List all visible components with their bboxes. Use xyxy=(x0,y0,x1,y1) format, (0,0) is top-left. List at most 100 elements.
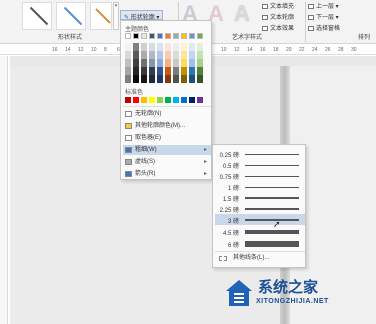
theme-shade-swatch[interactable] xyxy=(181,43,187,51)
theme-shade-swatch[interactable] xyxy=(157,59,163,67)
outline-menu-item[interactable]: 其他轮廓颜色(M)... xyxy=(123,121,211,131)
weight-option[interactable]: 1.5 磅 xyxy=(215,192,305,203)
shape-style-thumbnail-2[interactable] xyxy=(56,2,86,30)
theme-shade-swatch[interactable] xyxy=(141,75,147,83)
theme-shade-swatch[interactable] xyxy=(181,75,187,83)
weight-option[interactable]: 3 磅 xyxy=(215,214,305,225)
theme-shade-swatch[interactable] xyxy=(133,43,139,51)
weight-option[interactable]: 1 磅 xyxy=(215,181,305,192)
theme-shade-swatch[interactable] xyxy=(165,67,171,75)
outline-menu-item[interactable]: 虚线(S) ▸ xyxy=(123,157,211,167)
theme-color-swatch[interactable] xyxy=(189,33,195,39)
theme-shade-swatch[interactable] xyxy=(181,51,187,59)
theme-shade-swatch[interactable] xyxy=(173,75,179,83)
theme-shade-swatch[interactable] xyxy=(133,75,139,83)
art-style-a-3[interactable]: A xyxy=(234,1,250,27)
bring-forward-button[interactable]: 上一层 ▾ xyxy=(308,1,339,10)
theme-color-swatch[interactable] xyxy=(125,33,131,39)
theme-shade-swatch[interactable] xyxy=(133,51,139,59)
theme-shade-swatch[interactable] xyxy=(149,59,155,67)
more-lines-item[interactable]: 其他线条(L)... xyxy=(215,253,305,264)
theme-shade-swatch[interactable] xyxy=(133,59,139,67)
theme-shade-swatch[interactable] xyxy=(173,43,179,51)
theme-shade-swatch[interactable] xyxy=(149,43,155,51)
theme-shade-swatch[interactable] xyxy=(189,75,195,83)
theme-shade-swatch[interactable] xyxy=(197,43,203,51)
shape-styles-scroll-icon[interactable]: ▾ xyxy=(113,2,119,30)
text-fill-button[interactable]: 文本填充 xyxy=(262,1,294,10)
theme-shade-swatch[interactable] xyxy=(165,43,171,51)
theme-shade-swatch[interactable] xyxy=(125,43,131,51)
text-effects-button[interactable]: 文本效果 xyxy=(262,23,294,32)
theme-shade-swatch[interactable] xyxy=(157,51,163,59)
shape-style-thumbnail-1[interactable] xyxy=(22,2,52,30)
weight-line-sample xyxy=(245,241,299,247)
text-outline-button[interactable]: 文本轮廓 xyxy=(262,12,294,21)
theme-shade-swatch[interactable] xyxy=(197,75,203,83)
standard-color-swatch[interactable] xyxy=(173,97,179,103)
theme-shade-swatch[interactable] xyxy=(141,59,147,67)
theme-shade-swatch[interactable] xyxy=(189,51,195,59)
theme-color-swatch[interactable] xyxy=(165,33,171,39)
theme-shade-swatch[interactable] xyxy=(197,51,203,59)
theme-shade-swatch[interactable] xyxy=(149,51,155,59)
theme-shade-swatch[interactable] xyxy=(173,59,179,67)
standard-color-swatch[interactable] xyxy=(181,97,187,103)
weight-option[interactable]: 4.5 磅 xyxy=(215,226,305,237)
outline-menu-item[interactable]: 取色器(E) xyxy=(123,133,211,143)
shape-outline-button[interactable]: ✎ 形状轮廓 ▾ xyxy=(120,10,164,21)
theme-shade-swatch[interactable] xyxy=(173,51,179,59)
theme-shade-swatch[interactable] xyxy=(157,67,163,75)
theme-color-swatch[interactable] xyxy=(181,33,187,39)
theme-shade-swatch[interactable] xyxy=(173,67,179,75)
weight-option[interactable]: 2.25 磅 xyxy=(215,203,305,214)
standard-color-swatch[interactable] xyxy=(125,97,131,103)
theme-shade-swatch[interactable] xyxy=(157,43,163,51)
theme-color-swatch[interactable] xyxy=(141,33,147,39)
theme-color-swatch[interactable] xyxy=(133,33,139,39)
theme-shade-swatch[interactable] xyxy=(149,75,155,83)
theme-shade-swatch[interactable] xyxy=(141,51,147,59)
standard-color-swatch[interactable] xyxy=(157,97,163,103)
theme-shade-swatch[interactable] xyxy=(181,67,187,75)
theme-shade-swatch[interactable] xyxy=(125,51,131,59)
selection-pane-button[interactable]: 选择窗格 xyxy=(308,23,340,32)
theme-shade-swatch[interactable] xyxy=(181,59,187,67)
weight-menu-item[interactable]: 粗细(W) ▸ xyxy=(123,145,211,155)
theme-shade-swatch[interactable] xyxy=(141,43,147,51)
theme-shade-swatch[interactable] xyxy=(189,43,195,51)
weight-option[interactable]: 0.75 磅 xyxy=(215,170,305,181)
theme-shade-swatch[interactable] xyxy=(125,75,131,83)
outline-menu-item[interactable]: 箭头(R) ▸ xyxy=(123,169,211,179)
weight-option[interactable]: 0.5 磅 xyxy=(215,159,305,170)
theme-shade-swatch[interactable] xyxy=(165,51,171,59)
theme-shade-swatch[interactable] xyxy=(165,75,171,83)
weight-option[interactable]: 6 磅 xyxy=(215,238,305,249)
theme-color-swatch[interactable] xyxy=(197,33,203,39)
theme-color-swatch[interactable] xyxy=(149,33,155,39)
theme-shade-swatch[interactable] xyxy=(133,67,139,75)
standard-color-swatch[interactable] xyxy=(141,97,147,103)
standard-color-swatch[interactable] xyxy=(133,97,139,103)
theme-shade-swatch[interactable] xyxy=(197,59,203,67)
theme-shade-swatch[interactable] xyxy=(157,75,163,83)
shape-style-thumbnail-3[interactable] xyxy=(90,2,112,30)
standard-color-swatch[interactable] xyxy=(189,97,195,103)
theme-shade-swatch[interactable] xyxy=(125,59,131,67)
standard-color-swatch[interactable] xyxy=(149,97,155,103)
theme-shade-swatch[interactable] xyxy=(149,67,155,75)
theme-shade-swatch[interactable] xyxy=(141,67,147,75)
standard-color-swatch[interactable] xyxy=(197,97,203,103)
theme-shade-swatch[interactable] xyxy=(125,67,131,75)
outline-menu-item[interactable]: 无轮廓(N) xyxy=(123,109,211,119)
standard-color-swatch[interactable] xyxy=(165,97,171,103)
theme-shade-swatch[interactable] xyxy=(165,59,171,67)
theme-shade-swatch[interactable] xyxy=(197,67,203,75)
theme-color-swatch[interactable] xyxy=(157,33,163,39)
theme-shade-swatch[interactable] xyxy=(189,59,195,67)
theme-color-swatch[interactable] xyxy=(173,33,179,39)
send-backward-button[interactable]: 下一层 ▾ xyxy=(308,12,339,21)
outline-menu-item-label: 粗细(W) xyxy=(135,147,157,153)
theme-shade-swatch[interactable] xyxy=(189,67,195,75)
weight-option[interactable]: 0.25 磅 xyxy=(215,148,305,159)
